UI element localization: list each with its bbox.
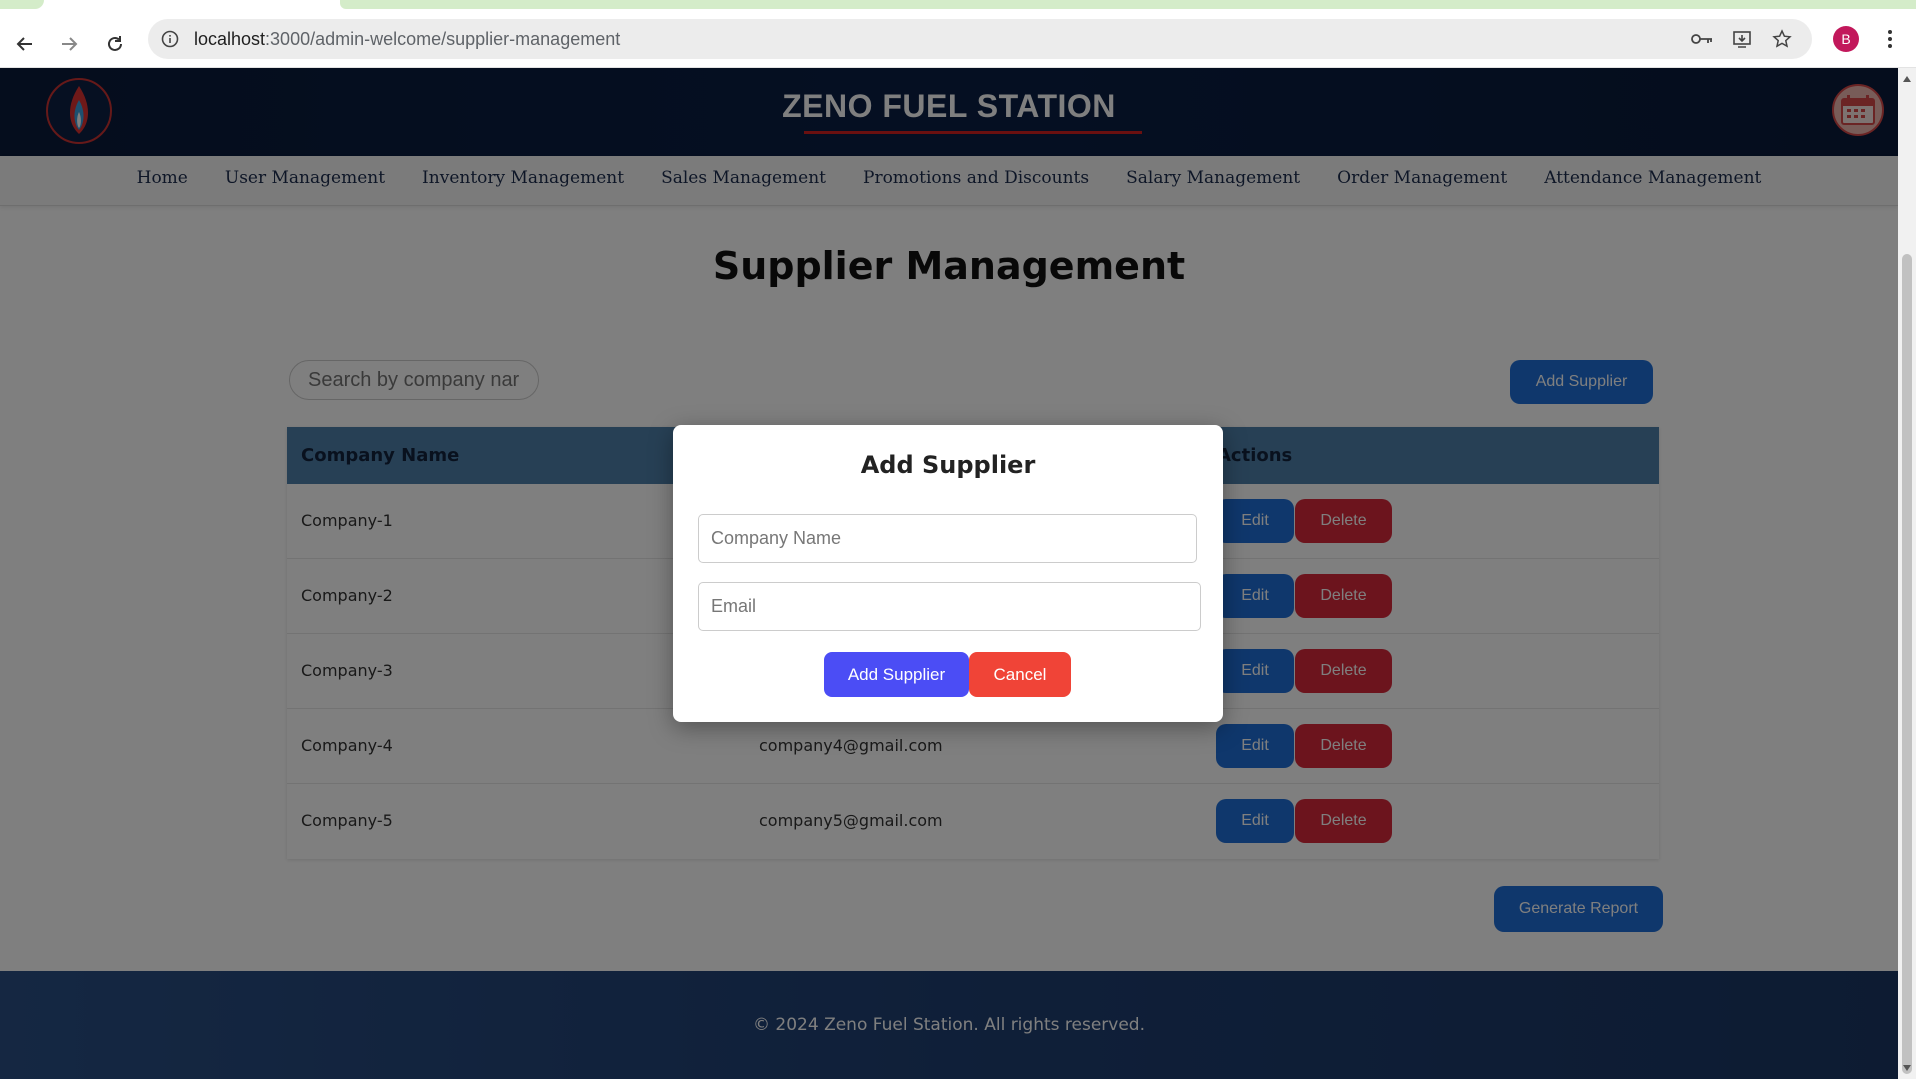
profile-avatar[interactable]: B bbox=[1833, 26, 1859, 52]
forward-button[interactable] bbox=[52, 27, 86, 61]
email-input[interactable]: Email bbox=[698, 582, 1201, 631]
address-bar[interactable]: localhost:3000/admin-welcome/supplier-ma… bbox=[148, 19, 1812, 59]
reload-icon bbox=[108, 36, 122, 51]
company-name-input[interactable]: Company Name bbox=[698, 514, 1197, 563]
arrow-right-icon bbox=[62, 37, 78, 51]
browser-toolbar: localhost:3000/admin-welcome/supplier-ma… bbox=[0, 9, 1916, 68]
page-scrollbar[interactable] bbox=[1898, 68, 1916, 1079]
install-app-icon[interactable] bbox=[1730, 27, 1754, 51]
modal-title: Add Supplier bbox=[860, 451, 1036, 479]
add-supplier-modal: Add Supplier Company Name Email Add Supp… bbox=[673, 425, 1223, 722]
modal-cancel-button[interactable]: Cancel bbox=[969, 652, 1071, 697]
browser-menu-icon[interactable] bbox=[1880, 26, 1900, 52]
page-viewport: ZENO FUEL STATION Home User Management I… bbox=[0, 68, 1898, 1079]
bookmark-star-icon[interactable] bbox=[1770, 27, 1794, 51]
modal-add-supplier-button[interactable]: Add Supplier bbox=[824, 652, 969, 697]
tab-strip-left-edge bbox=[0, 0, 44, 9]
password-key-icon[interactable] bbox=[1690, 27, 1714, 51]
scrollbar-thumb[interactable] bbox=[1902, 254, 1912, 1074]
url-text: localhost:3000/admin-welcome/supplier-ma… bbox=[194, 29, 620, 50]
scroll-up-arrow-icon[interactable] bbox=[1903, 76, 1911, 82]
url-host: localhost bbox=[194, 29, 266, 49]
url-path: :3000/admin-welcome/supplier-management bbox=[265, 29, 621, 49]
reload-button[interactable] bbox=[98, 27, 132, 61]
back-button[interactable] bbox=[8, 27, 42, 61]
scroll-down-arrow-icon[interactable] bbox=[1903, 1065, 1911, 1071]
active-tab-strip bbox=[340, 0, 1916, 9]
arrow-left-icon bbox=[16, 37, 32, 51]
site-info-icon[interactable] bbox=[158, 27, 182, 51]
